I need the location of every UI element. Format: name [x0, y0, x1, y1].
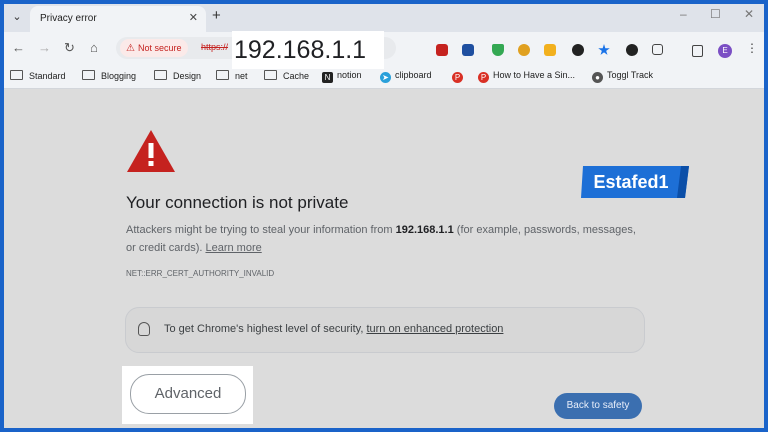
bookmark-toggl[interactable]: ● Toggl Track	[592, 70, 653, 83]
forward-button[interactable]: →	[38, 40, 51, 55]
advanced-highlight: Advanced	[122, 366, 253, 424]
folder-icon	[82, 70, 95, 80]
back-to-safety-button[interactable]: Back to safety	[554, 393, 642, 419]
pin-icon: P	[478, 72, 489, 83]
extension-icon[interactable]	[518, 44, 530, 56]
shield-extension-icon[interactable]	[492, 44, 504, 56]
tab-privacy-error[interactable]: Privacy error ✕	[30, 6, 206, 32]
tab-search-button[interactable]: ⌄	[8, 8, 26, 26]
warning-triangle-icon	[127, 130, 175, 172]
extension-icon[interactable]	[572, 44, 584, 56]
extension-icon[interactable]	[436, 44, 448, 56]
maximize-button[interactable]: ☐	[710, 7, 721, 21]
minimize-button[interactable]: –	[680, 7, 687, 21]
new-tab-button[interactable]: +	[212, 7, 221, 24]
advanced-button[interactable]: Advanced	[130, 374, 246, 414]
bookmarks-bar: Standard Blogging Design net Cache Nnoti…	[4, 64, 764, 89]
enhanced-protection-callout: To get Chrome's highest level of securit…	[125, 307, 645, 353]
error-description: Attackers might be trying to steal your …	[126, 224, 636, 254]
not-secure-chip[interactable]: ⚠ Not secure	[120, 39, 188, 57]
reload-button[interactable]: ↻	[64, 40, 75, 56]
interstitial-page: Your connection is not private Attackers…	[4, 89, 764, 428]
star-extension-icon[interactable]	[598, 44, 610, 55]
estafed1-logo: Estafed1	[581, 166, 689, 198]
folder-icon	[154, 70, 167, 80]
enhanced-protection-link[interactable]: turn on enhanced protection	[366, 323, 503, 335]
extension-icon[interactable]	[462, 44, 474, 56]
back-button[interactable]: ←	[12, 40, 25, 55]
bookmark-clipboard[interactable]: ➤ clipboard	[380, 70, 432, 83]
callout-text: To get Chrome's highest level of securit…	[164, 323, 504, 335]
extension-icon[interactable]	[544, 44, 556, 56]
security-chip-label: Not secure	[137, 43, 182, 53]
folder-icon	[10, 70, 23, 80]
bookmark-folder[interactable]: Standard	[10, 70, 66, 81]
bookmark-folder[interactable]: net	[216, 70, 248, 81]
toolbar: ← → ↻ ⌂ ⚠ Not secure https:// E ⋮	[4, 32, 764, 64]
tab-strip: ⌄ Privacy error ✕ + – ☐ ✕	[4, 4, 764, 32]
extension-icon[interactable]	[626, 44, 638, 56]
avatar[interactable]: E	[718, 44, 732, 58]
logo-text: Estafed1	[593, 172, 668, 192]
side-panel-icon[interactable]	[692, 45, 703, 57]
notion-icon: N	[322, 72, 333, 83]
url-host-highlight: 192.168.1.1	[232, 31, 384, 69]
folder-icon	[216, 70, 229, 80]
close-window-button[interactable]: ✕	[744, 7, 754, 21]
bookmark-folder[interactable]: Cache	[264, 70, 309, 81]
page-title: Your connection is not private	[126, 193, 349, 212]
url-scheme: https://	[201, 42, 229, 52]
home-button[interactable]: ⌂	[90, 40, 98, 55]
learn-more-link[interactable]: Learn more	[205, 242, 261, 254]
extensions-puzzle-icon[interactable]	[652, 44, 663, 55]
bookmark-folder[interactable]: Design	[154, 70, 201, 81]
browser-window: ⌄ Privacy error ✕ + – ☐ ✕ ← → ↻ ⌂ ⚠ Not s…	[4, 4, 764, 428]
desc-host: 192.168.1.1	[395, 224, 454, 236]
tab-close-icon[interactable]: ✕	[189, 11, 198, 24]
lightbulb-icon	[138, 322, 150, 336]
chrome-menu-button[interactable]: ⋮	[746, 41, 758, 55]
bookmark-how-to[interactable]: P How to Have a Sin...	[478, 70, 575, 83]
bookmark-pin[interactable]: P	[452, 70, 467, 83]
toggl-icon: ●	[592, 72, 603, 83]
pin-icon: P	[452, 72, 463, 83]
folder-icon	[264, 70, 277, 80]
warning-icon: ⚠	[126, 43, 135, 54]
bookmark-folder[interactable]: Blogging	[82, 70, 136, 81]
tab-title: Privacy error	[40, 13, 97, 24]
error-code: NET::ERR_CERT_AUTHORITY_INVALID	[126, 269, 275, 278]
bookmark-notion[interactable]: Nnotion	[322, 70, 362, 83]
telegram-icon: ➤	[380, 72, 391, 83]
